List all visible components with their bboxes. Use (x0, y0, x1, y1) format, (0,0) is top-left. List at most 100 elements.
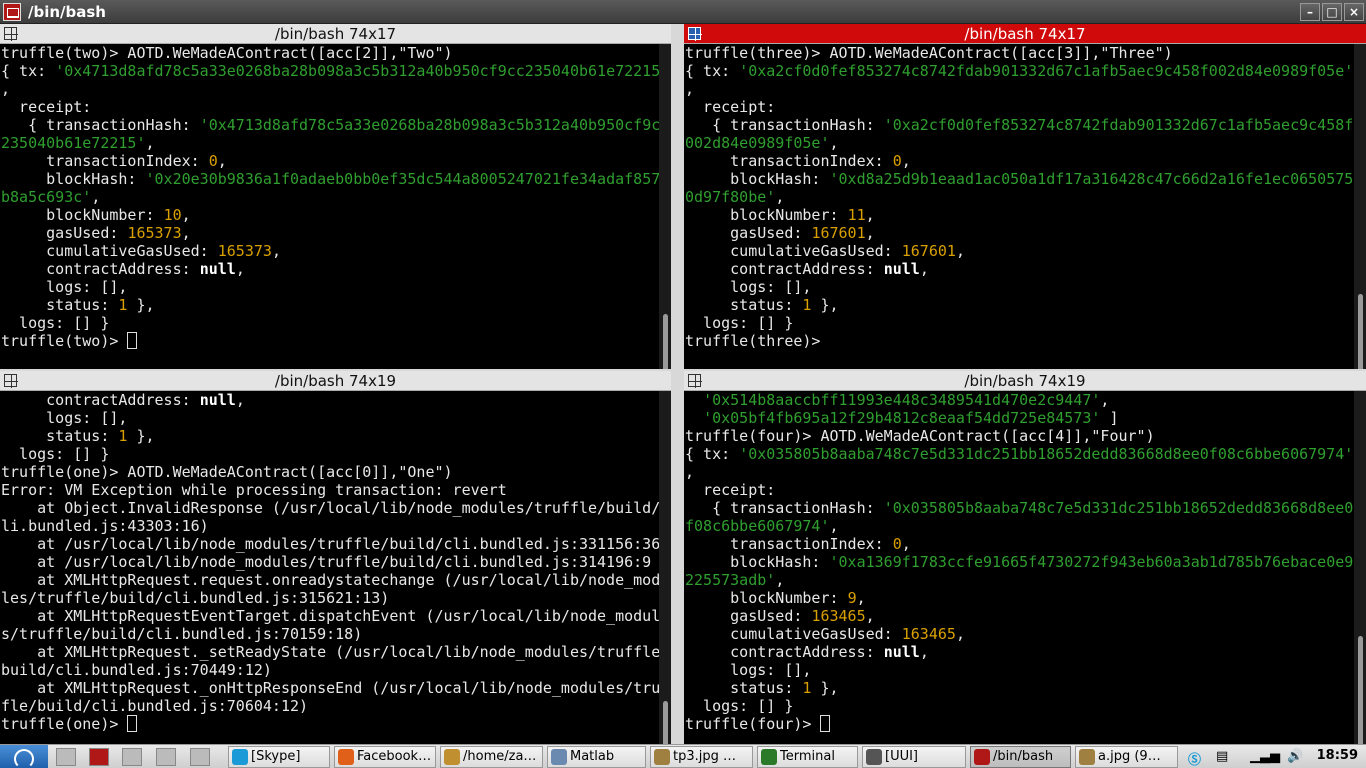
terminal-text: '0xd8a25d9b1eaad1ac050a1df17a316428c47c6… (829, 170, 1354, 188)
terminal-text: , (145, 134, 155, 152)
terminal-text: at XMLHttpRequest._onHttpResponseEnd (/u… (1, 679, 659, 697)
terminal-text: , (829, 134, 839, 152)
taskbar-item[interactable]: Facebook… (334, 746, 436, 768)
taskbar-item[interactable]: a.jpg (9… (1075, 746, 1178, 768)
workspace-2-icon[interactable] (156, 748, 176, 766)
terminal-line: receipt: (1, 98, 659, 116)
terminal-text: cumulativeGasUsed: (685, 625, 902, 643)
terminal-text: logs: [], (1, 278, 128, 296)
vertical-split-divider[interactable] (671, 24, 684, 744)
skype-tray-icon[interactable]: Ⓢ (1188, 749, 1201, 768)
terminal-pane-two[interactable]: /bin/bash 74x17 truffle(two)> AOTD.WeMad… (0, 24, 671, 369)
terminal-text: 163465 (901, 625, 956, 643)
terminal-text: truffle(three)> (685, 332, 821, 350)
terminal-line: truffle(three)> AOTD.WeMadeAContract([ac… (685, 44, 1354, 62)
network-signal-icon[interactable]: ▁▃▅ (1250, 749, 1280, 764)
terminal-text: 225573adb' (685, 571, 776, 589)
pane-title: /bin/bash 74x19 (274, 372, 397, 390)
terminal-text: status: (685, 296, 803, 314)
terminal-line: 235040b61e72215', (1, 134, 659, 152)
terminal-line: logs: [], (1, 409, 659, 427)
terminal-pane-three[interactable]: /bin/bash 74x17 truffle(three)> AOTD.WeM… (684, 24, 1366, 369)
terminal-text: contractAddress: (685, 643, 884, 661)
start-menu-button[interactable] (0, 745, 48, 768)
scrollbar[interactable] (659, 44, 671, 369)
clipboard-tray-icon[interactable]: ▤ (1216, 749, 1228, 764)
minimize-button[interactable]: – (1300, 3, 1320, 21)
pane-header[interactable]: /bin/bash 74x19 (0, 371, 671, 391)
terminal-text: , (775, 571, 785, 589)
terminal-text: logs: [], (1, 409, 128, 427)
terminal-output[interactable]: truffle(two)> AOTD.WeMadeAContract([acc[… (0, 44, 659, 369)
scrollbar-thumb[interactable] (1358, 636, 1363, 744)
terminal-text: 165373 (127, 224, 182, 242)
maximize-button[interactable]: □ (1322, 3, 1342, 21)
show-desktop-icon[interactable] (56, 748, 76, 766)
scrollbar[interactable] (1354, 44, 1366, 369)
scrollbar[interactable] (1354, 391, 1366, 744)
pane-grip-icon[interactable] (688, 27, 702, 41)
terminal-line: f08c6bbe6067974', (685, 517, 1354, 535)
pane-grip-icon[interactable] (4, 27, 18, 41)
terminal-line: blockHash: '0x20e30b9836a1f0adaeb0bb0ef3… (1, 170, 659, 188)
terminal-icon (974, 749, 990, 765)
scrollbar-thumb[interactable] (1358, 294, 1363, 369)
terminal-text: { tx: (685, 62, 740, 80)
terminal-text: status: (685, 679, 803, 697)
pane-header[interactable]: /bin/bash 74x17 (684, 24, 1366, 44)
terminal-app-icon[interactable] (3, 3, 21, 21)
terminal-text: truffle(four)> AOTD.WeMadeAContract([acc… (685, 427, 1155, 445)
scrollbar[interactable] (659, 391, 671, 744)
terminal-line: blockNumber: 10, (1, 206, 659, 224)
terminal-line: transactionIndex: 0, (1, 152, 659, 170)
pane-title: /bin/bash 74x19 (964, 372, 1086, 390)
terminal-line: at XMLHttpRequest.request.onreadystatech… (1, 571, 659, 589)
terminal-text: status: (1, 296, 119, 314)
taskbar-item[interactable]: Terminal (757, 746, 858, 768)
taskbar-item[interactable]: /bin/bash (970, 746, 1071, 768)
window-title-bar[interactable]: /bin/bash – □ × (0, 0, 1366, 24)
taskbar-item[interactable]: [UUI] (862, 746, 966, 768)
terminal-line: truffle(three)> (685, 332, 1354, 350)
terminal-text: 002d84e0989f05e' (685, 134, 830, 152)
terminal-text: { transactionHash: (685, 499, 884, 517)
terminal-output[interactable]: truffle(three)> AOTD.WeMadeAContract([ac… (684, 44, 1354, 369)
taskbar-item[interactable]: Matlab (547, 746, 646, 768)
pane-grip-icon[interactable] (688, 374, 702, 388)
close-button[interactable]: × (1344, 3, 1364, 21)
scrollbar-thumb[interactable] (663, 314, 668, 369)
terminal-text: 165373 (217, 242, 272, 260)
terminal-text: }, (811, 679, 839, 697)
terminal-text: , (91, 188, 101, 206)
terminal-pane-four[interactable]: /bin/bash 74x19 '0x514b8aaccbff11993e448… (684, 371, 1366, 744)
scrollbar-thumb[interactable] (663, 701, 668, 744)
volume-icon[interactable]: 🔊 (1287, 749, 1303, 764)
pane-grip-icon[interactable] (4, 374, 18, 388)
terminal-text: , (865, 607, 875, 625)
pane-header[interactable]: /bin/bash 74x19 (684, 371, 1366, 391)
taskbar-item[interactable]: [Skype] (228, 746, 330, 768)
taskbar-item-label: tp3.jpg … (673, 749, 737, 764)
terminal-cursor (820, 715, 831, 732)
terminal-pane-one[interactable]: /bin/bash 74x19 contractAddress: null, l… (0, 371, 671, 744)
clock[interactable]: 18:59 (1317, 748, 1358, 763)
terminal-line: at /usr/local/lib/node_modules/truffle/b… (1, 553, 659, 571)
terminal-text: cumulativeGasUsed: (685, 242, 902, 260)
pane-header[interactable]: /bin/bash 74x17 (0, 24, 671, 44)
terminal-text: , (919, 260, 929, 278)
terminal-text: '0xa2cf0d0fef853274c8742fdab901332d67c1a… (739, 62, 1354, 80)
taskbar-item[interactable]: tp3.jpg … (650, 746, 753, 768)
terminal-line: truffle(one)> (1, 715, 659, 733)
workspace-3-icon[interactable] (190, 748, 210, 766)
workspace-1-icon[interactable] (122, 748, 142, 766)
terminal-line: at XMLHttpRequest._onHttpResponseEnd (/u… (1, 679, 659, 697)
taskbar-item[interactable]: /home/za… (440, 746, 543, 768)
terminal-launcher-icon[interactable] (89, 748, 109, 766)
terminal-text: truffle(three)> AOTD.WeMadeAContract([ac… (685, 44, 1173, 62)
terminal-output[interactable]: '0x514b8aaccbff11993e448c3489541d470e2c9… (684, 391, 1354, 744)
terminal-text: , (829, 517, 839, 535)
terminal-text: , (685, 463, 695, 481)
terminal-line: at /usr/local/lib/node_modules/truffle/b… (1, 535, 659, 553)
terminal-output[interactable]: contractAddress: null, logs: [], status:… (0, 391, 659, 744)
taskbar-item-label: Matlab (570, 749, 615, 764)
